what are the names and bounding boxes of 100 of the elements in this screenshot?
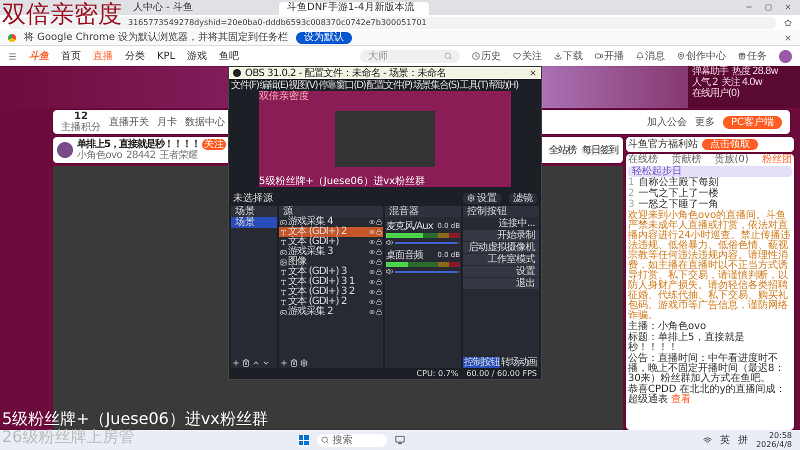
set-default-button[interactable]: 设为默认	[296, 32, 352, 44]
down-icon[interactable]	[262, 359, 270, 367]
chat-tab[interactable]: 贵族(0)	[714, 154, 749, 165]
control-button[interactable]: 设置	[463, 266, 539, 277]
menu-icon[interactable]	[8, 52, 17, 60]
bell-icon[interactable]	[636, 52, 644, 60]
close-icon[interactable]	[784, 34, 792, 42]
toolbar-item[interactable]: 加入公会	[646, 116, 687, 128]
lock-icon[interactable]	[376, 289, 382, 295]
monitor-icon[interactable]	[394, 435, 405, 445]
toolbar-item[interactable]: 月卡	[157, 116, 177, 128]
control-button[interactable]: 工作室模式	[463, 254, 539, 265]
dock-tab[interactable]: 转场动画	[500, 357, 538, 368]
lock-icon[interactable]	[376, 249, 382, 255]
source-item[interactable]: 游戏采集 2	[279, 307, 383, 317]
menu-item[interactable]: 帮助(H)	[488, 80, 518, 90]
close-icon[interactable]	[529, 69, 537, 77]
clock-time[interactable]: 20:58	[768, 431, 792, 440]
header-link[interactable]: 历史	[481, 50, 501, 62]
scene-item[interactable]: 场景	[231, 217, 277, 228]
menu-item[interactable]: 场景集合(S)	[412, 80, 459, 90]
streamer-name[interactable]: 小角色ovo	[77, 150, 122, 161]
up-icon[interactable]	[252, 359, 260, 367]
nav-link[interactable]: 首页	[61, 50, 81, 62]
eye-icon[interactable]	[369, 309, 375, 315]
eye-icon[interactable]	[369, 299, 375, 305]
nav-link[interactable]: 分类	[125, 50, 145, 62]
start-icon[interactable]	[298, 435, 309, 445]
source-item[interactable]: 文本 (GDI+)	[279, 237, 383, 247]
menu-item[interactable]: 视图(V)	[288, 80, 318, 90]
checkin-button[interactable]: 每日签到	[581, 144, 619, 156]
eye-icon[interactable]	[369, 219, 375, 225]
control-button[interactable]: 连接中...	[463, 218, 539, 229]
control-button[interactable]: 开始录制	[463, 230, 539, 241]
menu-item[interactable]: 停靠窗口(D)	[318, 80, 366, 90]
add-icon[interactable]	[280, 359, 288, 367]
menu-item[interactable]: 编辑(E)	[260, 80, 288, 90]
header-link[interactable]: 关注	[522, 50, 542, 62]
trash-icon[interactable]	[242, 359, 250, 367]
bookmark-star-icon[interactable]	[784, 18, 792, 26]
lock-icon[interactable]	[376, 219, 382, 225]
header-link[interactable]: 消息	[645, 50, 665, 62]
settings-icon[interactable]	[300, 359, 308, 367]
gift-icon[interactable]	[738, 52, 746, 60]
properties-button[interactable]: 设置	[463, 192, 501, 204]
toolbar-item[interactable]: 直播开关	[109, 116, 149, 128]
nav-link[interactable]: KPL	[157, 50, 176, 62]
properties-button[interactable]: 滤镜	[509, 192, 537, 204]
source-item[interactable]: 文本 (GDI+) 3 2	[279, 287, 383, 297]
rank-button[interactable]: 全站榜	[548, 144, 577, 156]
download-icon[interactable]	[554, 52, 562, 60]
eye-icon[interactable]	[369, 249, 375, 255]
add-icon[interactable]	[232, 359, 240, 367]
source-item[interactable]: 游戏采集 4	[279, 217, 383, 227]
menu-item[interactable]: 配置文件(P)	[366, 80, 412, 90]
source-item[interactable]: 文本 (GDI+) 3	[279, 267, 383, 277]
eye-icon[interactable]	[369, 289, 375, 295]
pin-icon[interactable]	[677, 52, 685, 60]
control-button[interactable]: 退出	[463, 278, 539, 289]
nav-link[interactable]: 游戏	[187, 50, 208, 62]
avatar-icon[interactable]	[779, 50, 792, 62]
source-item[interactable]: 文本 (GDI+) 2	[279, 297, 383, 307]
control-button[interactable]: 启动虚拟摄像机	[463, 242, 539, 253]
clock-icon[interactable]	[472, 52, 480, 60]
header-link[interactable]: 下载	[563, 50, 583, 62]
taskbar-search-field[interactable]: 搜索	[316, 434, 387, 446]
header-link[interactable]: 任务	[747, 50, 767, 62]
chat-tab[interactable]: 在线榜	[628, 154, 658, 165]
wifi-icon[interactable]	[703, 436, 712, 444]
lock-icon[interactable]	[376, 299, 382, 305]
menu-item[interactable]: 工具(T)	[460, 80, 488, 90]
nav-link[interactable]: 鱼吧	[219, 50, 240, 62]
lock-icon[interactable]	[376, 259, 382, 265]
lock-icon[interactable]	[376, 239, 382, 245]
lock-icon[interactable]	[376, 269, 382, 275]
maximize-icon[interactable]	[765, 4, 772, 11]
volume-icon[interactable]	[386, 239, 393, 246]
source-item[interactable]: 图像	[279, 257, 383, 267]
input-method-indicator[interactable]: 拼	[738, 434, 748, 446]
eye-icon[interactable]	[369, 269, 375, 275]
dock-tab[interactable]: 控制按钮	[463, 357, 500, 368]
eye-icon[interactable]	[369, 239, 375, 245]
toolbar-item[interactable]: 数据中心	[185, 116, 225, 128]
eye-icon[interactable]	[369, 279, 375, 285]
eye-icon[interactable]	[369, 259, 375, 265]
lock-icon[interactable]	[376, 279, 382, 285]
menu-item[interactable]: 文件(F)	[231, 80, 259, 90]
video-camera-icon[interactable]	[595, 52, 603, 60]
header-link[interactable]: 开播	[604, 50, 624, 62]
heart-icon[interactable]	[513, 52, 521, 60]
clock-date[interactable]: 2026/4/8	[756, 440, 792, 449]
toolbar-item[interactable]: 更多	[694, 116, 715, 128]
category-link[interactable]: 王者荣耀	[159, 150, 198, 161]
chat-tab[interactable]: 贡献榜	[671, 154, 702, 165]
volume-icon[interactable]	[386, 268, 393, 275]
header-link[interactable]: 创作中心	[686, 50, 726, 62]
input-method-indicator[interactable]: 英	[720, 434, 730, 446]
source-item[interactable]: 游戏采集 3	[279, 247, 383, 257]
source-item[interactable]: 文本 (GDI+) 3 1	[279, 277, 383, 287]
trash-icon[interactable]	[290, 359, 298, 367]
